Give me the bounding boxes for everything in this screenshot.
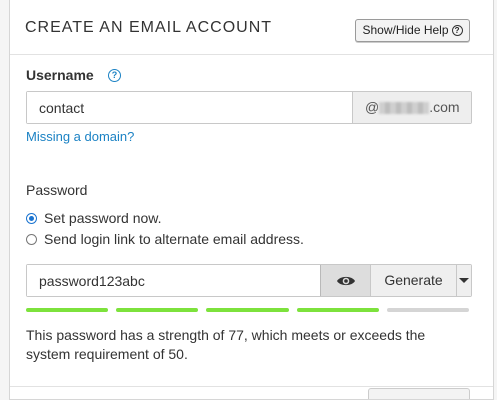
radio-label-set-password: Set password now. (44, 210, 162, 226)
radio-set-password-now[interactable]: Set password now. (26, 210, 162, 226)
radio-send-login-link[interactable]: Send login link to alternate email addre… (26, 231, 304, 247)
radio-selected-icon[interactable] (26, 212, 37, 224)
show-password-button[interactable] (320, 265, 370, 296)
radio-unselected-icon[interactable] (26, 233, 37, 245)
password-label: Password (26, 182, 88, 198)
password-strength-meter (26, 308, 470, 312)
panel-title: CREATE AN EMAIL ACCOUNT (25, 19, 273, 36)
show-hide-help-button[interactable]: Show/Hide Help? (355, 19, 470, 42)
username-input-group: @ .com (26, 91, 472, 124)
username-input[interactable] (27, 92, 352, 123)
strength-segment (206, 308, 289, 312)
password-input-group: Generate (26, 264, 472, 297)
domain-addon: @ .com (352, 92, 471, 123)
radio-label-send-link: Send login link to alternate email addre… (44, 231, 304, 247)
domain-suffix: .com (429, 99, 460, 115)
question-circle-icon[interactable]: ? (108, 69, 121, 82)
question-circle-icon: ? (451, 25, 463, 36)
create-email-panel: CREATE AN EMAIL ACCOUNT Show/Hide Help? … (9, 0, 494, 400)
panel-header: CREATE AN EMAIL ACCOUNT Show/Hide Help? (10, 0, 493, 55)
password-strength-text: This password has a strength of 77, whic… (26, 327, 426, 362)
footer-divider (10, 386, 493, 387)
footer-button-partial[interactable] (368, 388, 470, 399)
username-label: Username (26, 67, 94, 83)
strength-segment (296, 308, 379, 312)
strength-segment (26, 308, 109, 312)
help-button-label: Show/Hide Help (362, 23, 449, 37)
domain-prefix: @ (365, 99, 380, 115)
generate-button[interactable]: Generate (370, 265, 456, 296)
eye-icon (336, 276, 355, 285)
caret-down-icon (459, 278, 469, 283)
strength-segment (116, 308, 199, 312)
generate-options-dropdown[interactable] (456, 265, 471, 296)
strength-segment (386, 308, 470, 312)
password-input[interactable] (27, 265, 320, 296)
redacted-domain (379, 102, 430, 114)
missing-domain-link[interactable]: Missing a domain? (26, 129, 134, 144)
